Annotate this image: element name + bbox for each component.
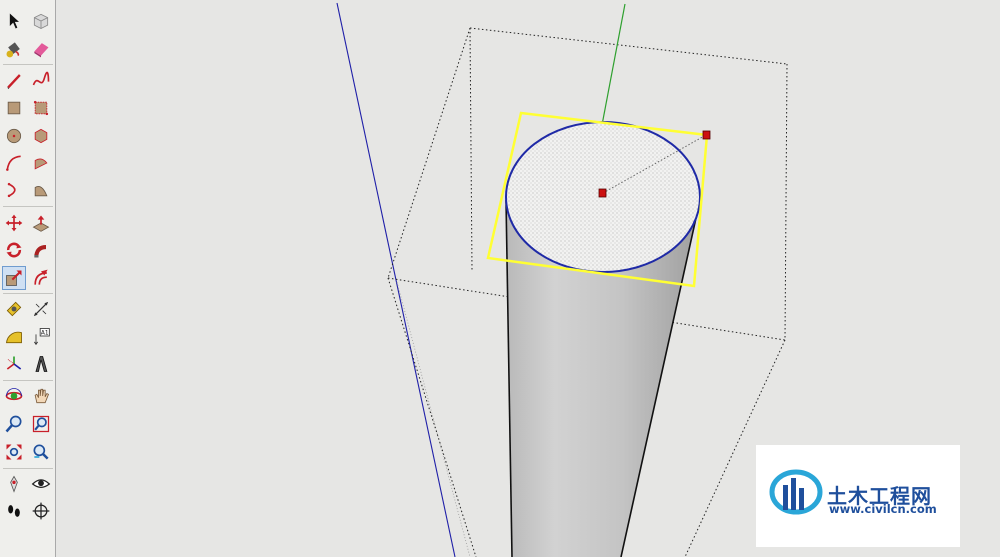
tool-previous-view-button[interactable] bbox=[29, 440, 53, 464]
dimension-icon bbox=[33, 301, 49, 317]
move-icon bbox=[5, 214, 23, 232]
watermark-url: www.civilcn.com bbox=[829, 502, 937, 516]
tool-look-around-button[interactable] bbox=[29, 472, 53, 496]
tool-protractor-button[interactable] bbox=[2, 324, 26, 348]
tool-pie-button[interactable] bbox=[29, 151, 53, 175]
polygon-icon bbox=[34, 128, 48, 144]
large-tool-set-toolbar: A1 A bbox=[0, 0, 56, 557]
pencil-line-icon bbox=[7, 74, 21, 90]
blue-axis-line bbox=[336, 2, 456, 557]
tool-freehand-button[interactable] bbox=[29, 68, 53, 92]
inference-dotted-line bbox=[396, 281, 471, 557]
tool-scale-button[interactable] bbox=[2, 266, 26, 290]
two-point-arc-icon bbox=[7, 182, 16, 198]
rotated-rectangle-icon bbox=[33, 100, 49, 116]
rectangle-icon bbox=[7, 101, 21, 115]
walk-footprints-icon bbox=[8, 505, 20, 517]
position-camera-icon bbox=[10, 475, 18, 493]
tool-rotate-button[interactable] bbox=[2, 238, 26, 262]
tool-zoom-button[interactable] bbox=[2, 412, 26, 436]
make-component-icon bbox=[33, 13, 49, 29]
tool-move-button[interactable] bbox=[2, 211, 26, 235]
pie-icon bbox=[34, 158, 48, 170]
previous-view-icon bbox=[33, 444, 49, 460]
tool-pan-button[interactable] bbox=[29, 384, 53, 408]
green-axis-line bbox=[601, 3, 626, 126]
axes-icon bbox=[6, 356, 22, 370]
tool-3d-text-label: A bbox=[31, 354, 32, 355]
scale-icon bbox=[6, 270, 22, 286]
tool-component-button[interactable] bbox=[29, 9, 53, 33]
tool-orbit-button[interactable] bbox=[2, 384, 26, 408]
tool-line-button[interactable] bbox=[2, 68, 26, 92]
toolbar-separator bbox=[3, 64, 53, 65]
orbit-icon bbox=[5, 388, 23, 401]
tool-polygon-button[interactable] bbox=[29, 124, 53, 148]
rotate-icon bbox=[6, 242, 22, 258]
tool-rectangle-button[interactable] bbox=[2, 96, 26, 120]
tool-walk-button[interactable] bbox=[2, 499, 26, 523]
tool-paint-button[interactable] bbox=[2, 37, 26, 61]
protractor-icon bbox=[6, 331, 22, 344]
tool-text-label: A1 bbox=[41, 331, 49, 337]
tape-measure-icon bbox=[6, 301, 22, 317]
tool-position-camera-button[interactable] bbox=[2, 472, 26, 496]
tool-circle-button[interactable] bbox=[2, 124, 26, 148]
tool-zoom-window-button[interactable] bbox=[29, 412, 53, 436]
toolbar-separator bbox=[3, 468, 53, 469]
freehand-icon bbox=[32, 71, 50, 86]
tool-3d-text-button[interactable]: A bbox=[29, 352, 53, 376]
tool-arc-button[interactable] bbox=[2, 151, 26, 175]
zoom-icon bbox=[5, 415, 22, 433]
paint-bucket-icon bbox=[6, 42, 20, 58]
push-pull-icon bbox=[32, 215, 50, 232]
toolbar-separator bbox=[3, 293, 53, 294]
offset-icon bbox=[34, 269, 48, 285]
follow-me-icon bbox=[34, 245, 46, 258]
toolbar-separator bbox=[3, 380, 53, 381]
tool-dimension-button[interactable] bbox=[29, 297, 53, 321]
three-point-arc-icon bbox=[34, 186, 48, 197]
tool-eraser-button[interactable] bbox=[29, 37, 53, 61]
circle-icon bbox=[6, 128, 22, 144]
section-plane-icon bbox=[32, 502, 50, 520]
eraser-icon bbox=[34, 43, 49, 58]
tool-text-button[interactable]: A1 bbox=[29, 324, 53, 348]
pan-hand-icon bbox=[34, 388, 50, 404]
zoom-window-icon bbox=[32, 415, 50, 433]
tool-select-button[interactable] bbox=[2, 9, 26, 33]
tool-zoom-extents-button[interactable] bbox=[2, 440, 26, 464]
tool-follow-me-button[interactable] bbox=[29, 238, 53, 262]
tool-tape-measure-button[interactable] bbox=[2, 297, 26, 321]
scale-grip-center[interactable] bbox=[598, 188, 607, 198]
3d-text-icon: A bbox=[31, 354, 48, 372]
toolbar-separator bbox=[3, 206, 53, 207]
tool-offset-button[interactable] bbox=[29, 266, 53, 290]
tool-push-pull-button[interactable] bbox=[29, 211, 53, 235]
tool-two-point-arc-button[interactable] bbox=[2, 178, 26, 202]
tool-axes-button[interactable] bbox=[2, 352, 26, 376]
tool-rotated-rectangle-button[interactable] bbox=[29, 96, 53, 120]
zoom-extents-icon bbox=[6, 444, 22, 460]
text-label-icon: A1 bbox=[33, 328, 50, 346]
scale-grip-corner[interactable] bbox=[702, 130, 711, 140]
arc-icon bbox=[6, 155, 21, 171]
tool-section-plane-button[interactable] bbox=[29, 499, 53, 523]
tool-three-point-arc-button[interactable] bbox=[29, 178, 53, 202]
select-arrow-icon bbox=[9, 13, 19, 29]
look-around-eye-icon bbox=[31, 479, 51, 488]
